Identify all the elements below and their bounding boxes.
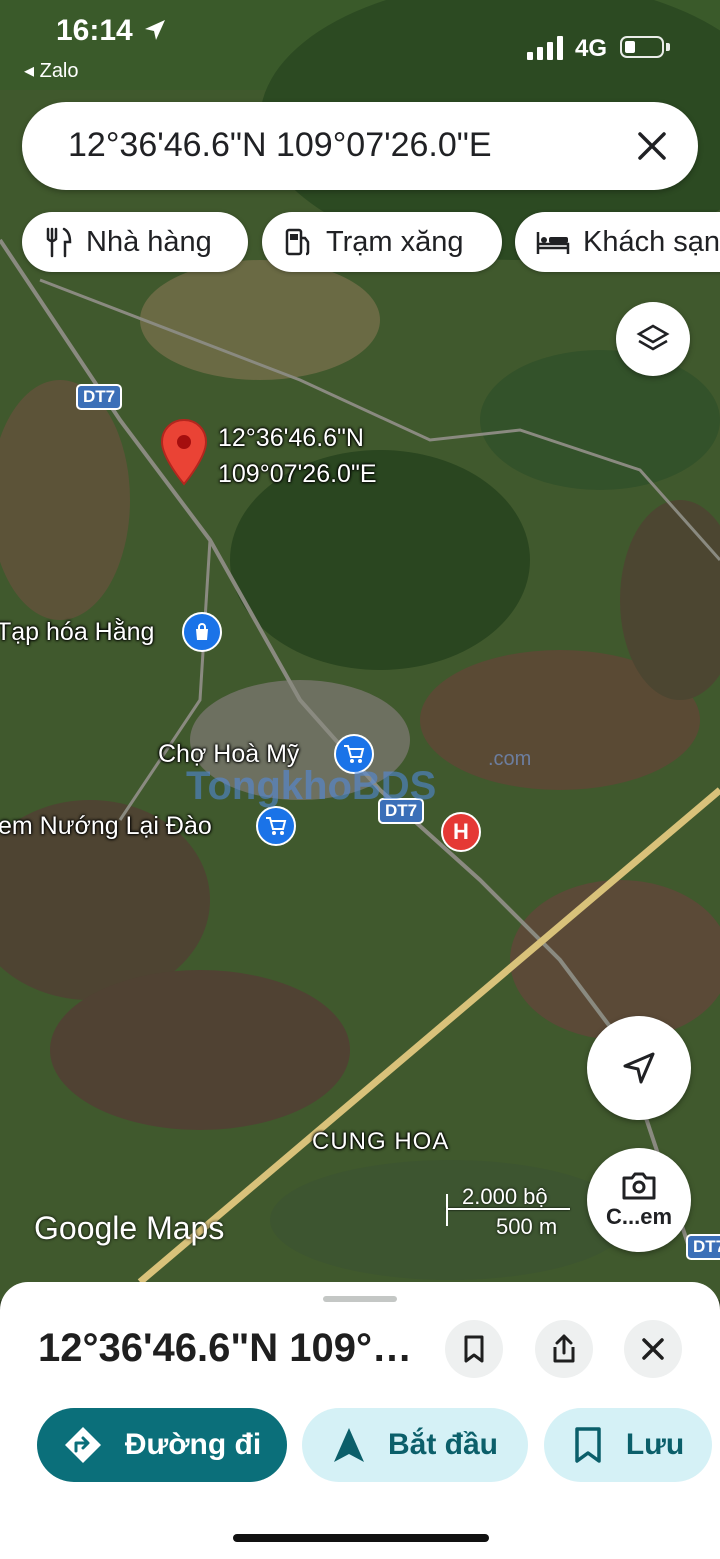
home-indicator[interactable] — [233, 1534, 489, 1542]
place-bottom-sheet[interactable]: 12°36'46.6"N 109°07'26.0"E Đường đi Bắt … — [0, 1282, 720, 1559]
gas-station-icon — [285, 228, 310, 256]
chip-gas-stations[interactable]: Trạm xăng — [262, 212, 502, 272]
status-time: 16:14 — [56, 14, 167, 48]
area-label-cung-hoa: CUNG HOA — [312, 1128, 450, 1155]
watermark: TongkhoBDS — [186, 764, 436, 809]
location-pin-icon[interactable] — [160, 418, 208, 488]
camera-icon — [622, 1172, 656, 1200]
road-shield-dt7: DT7 — [686, 1234, 720, 1260]
sheet-title: 12°36'46.6"N 109°07'26.0"E — [38, 1326, 418, 1370]
save-bookmark-button[interactable] — [445, 1320, 503, 1378]
navigation-arrow-icon — [623, 1052, 655, 1084]
pin-label-latitude: 12°36'46.6"N — [218, 424, 364, 452]
satellite-map[interactable]: 12°36'46.6"N 109°07'26.0"E DT7 DT7 DT7 T… — [0, 0, 720, 1300]
directions-icon — [64, 1427, 101, 1463]
location-arrow-icon — [145, 20, 166, 40]
directions-label: Đường đi — [124, 1428, 262, 1461]
start-button[interactable]: Bắt đầu — [302, 1408, 528, 1482]
pin-label-longitude: 109°07'26.0"E — [218, 460, 377, 488]
place-label-nuong-lai-dao[interactable]: em Nướng Lại Đào — [0, 812, 212, 841]
watermark-text: TongkhoBDS — [186, 764, 437, 808]
chip-hotels[interactable]: Khách sạn — [515, 212, 720, 272]
clear-search-button[interactable] — [630, 124, 674, 168]
chip-label: Trạm xăng — [326, 225, 464, 258]
save-button[interactable]: Lưu — [544, 1408, 712, 1482]
directions-button[interactable]: Đường đi — [37, 1408, 287, 1482]
close-sheet-button[interactable] — [624, 1320, 682, 1378]
shopping-cart-icon[interactable] — [256, 806, 296, 846]
network-type: 4G — [575, 35, 608, 62]
navigation-arrow-icon — [333, 1428, 364, 1462]
share-icon — [553, 1334, 575, 1363]
search-query[interactable]: 12°36'46.6"N 109°07'26.0"E — [68, 126, 492, 165]
bookmark-icon — [464, 1335, 484, 1363]
sheet-drag-handle[interactable] — [323, 1296, 397, 1302]
watermark-suffix: .com — [488, 748, 532, 770]
back-to-app[interactable]: ◂ Zalo — [24, 58, 79, 83]
save-label: Lưu — [625, 1428, 685, 1461]
hospital-icon[interactable]: H — [441, 812, 481, 852]
hotel-icon — [536, 232, 570, 254]
signal-icon — [527, 36, 563, 60]
share-button[interactable] — [535, 1320, 593, 1378]
shopping-bag-icon[interactable] — [182, 612, 222, 652]
start-label: Bắt đầu — [387, 1428, 498, 1461]
my-location-button[interactable] — [587, 1016, 691, 1120]
battery-icon — [620, 36, 664, 58]
road-shield-dt7: DT7 — [76, 384, 123, 410]
camera-button-label: C...em — [605, 1204, 673, 1229]
camera-button[interactable]: C...em — [587, 1148, 691, 1252]
close-icon — [642, 1338, 664, 1360]
place-label-tap-hoa-hang[interactable]: Tạp hóa Hằng — [0, 618, 154, 647]
scale-metric: 500 m — [496, 1214, 558, 1239]
chip-restaurants[interactable]: Nhà hàng — [22, 212, 248, 272]
chip-label: Nhà hàng — [86, 225, 212, 258]
layers-icon — [636, 324, 670, 351]
scale-imperial: 2.000 bộ — [462, 1184, 548, 1209]
scale-bar: 2.000 bộ 500 m — [446, 1184, 572, 1239]
restaurant-icon — [46, 227, 72, 258]
google-maps-attribution: Google Maps — [34, 1210, 225, 1246]
close-icon — [638, 132, 666, 160]
bookmark-icon — [575, 1427, 601, 1463]
search-bar[interactable]: 12°36'46.6"N 109°07'26.0"E — [22, 102, 698, 190]
chip-label: Khách sạn — [583, 225, 720, 258]
status-bar: 16:14 ◂ Zalo 4G — [0, 0, 720, 90]
layers-button[interactable] — [616, 302, 690, 376]
